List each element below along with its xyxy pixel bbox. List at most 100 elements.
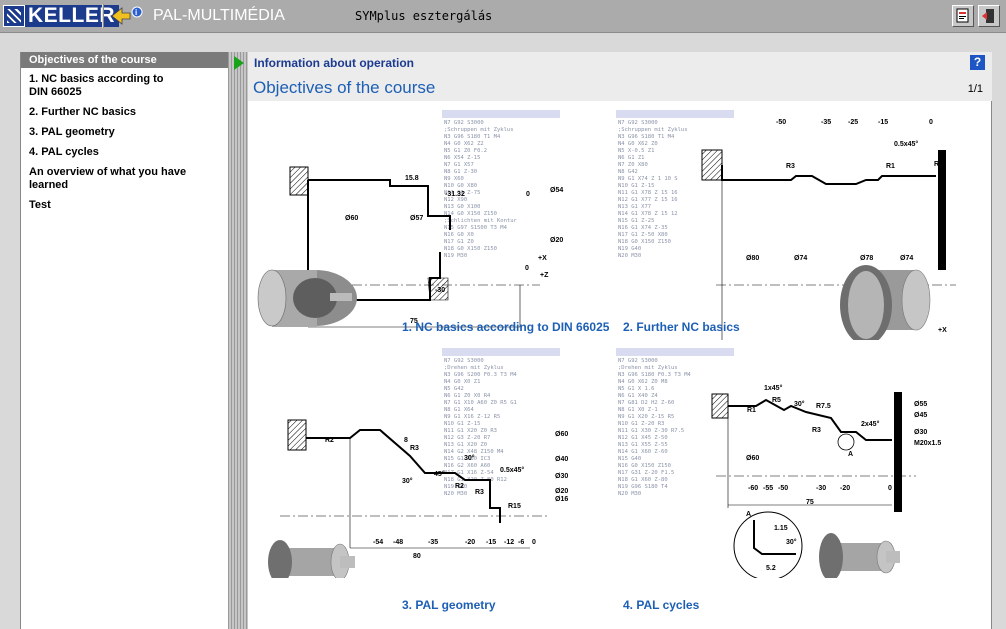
svg-text:R7.5: R7.5 (816, 403, 831, 410)
svg-text:1x45°: 1x45° (764, 384, 783, 392)
svg-text:N19 M30: N19 M30 (444, 253, 467, 259)
sidebar-item-nc-basics[interactable]: 1. NC basics according to DIN 66025 (29, 73, 179, 99)
info-operation-link[interactable]: Information about operation (254, 56, 414, 70)
help-button[interactable]: ? (970, 55, 985, 70)
course-sidebar: Objectives of the course 1. NC basics ac… (20, 52, 228, 629)
svg-text:N10 G0 X80: N10 G0 X80 (444, 183, 477, 189)
svg-text:N3 G96 S180 T1 M4: N3 G96 S180 T1 M4 (444, 134, 501, 140)
svg-text:-6: -6 (518, 539, 524, 546)
svg-text:+Z: +Z (540, 272, 549, 279)
card-pal-cycles[interactable]: N7 G92 S3000 ;Drehen mit Zyklus N3 G96 S1… (616, 348, 976, 613)
svg-text:i: i (135, 8, 137, 17)
exit-button[interactable] (978, 5, 1000, 27)
svg-text:0.5x45°: 0.5x45° (500, 466, 524, 474)
content-pane: Information about operation ? Objectives… (248, 52, 992, 629)
svg-text:+X: +X (538, 255, 547, 262)
svg-text:+X: +X (938, 327, 947, 334)
svg-text:Ø57: Ø57 (410, 215, 423, 222)
svg-text:15.8: 15.8 (405, 175, 419, 182)
svg-text:A: A (848, 451, 853, 458)
sidebar-item-overview[interactable]: An overview of what you have learned (29, 166, 204, 192)
svg-text:N10 G1 Z-15: N10 G1 Z-15 (618, 183, 654, 189)
pane-splitter[interactable] (228, 52, 248, 629)
svg-text:-35: -35 (821, 119, 831, 126)
svg-text:N7 G1 X57: N7 G1 X57 (444, 162, 474, 168)
card-caption-further-nc-basics[interactable]: 2. Further NC basics (623, 320, 740, 334)
navigation-arrow-icon[interactable]: i (110, 4, 146, 28)
play-icon[interactable] (234, 56, 244, 70)
svg-text:R3: R3 (812, 427, 821, 434)
svg-text:80: 80 (413, 553, 421, 560)
svg-text:N4 G0 X62 Z0: N4 G0 X62 Z0 (618, 141, 658, 147)
svg-text:Ø60: Ø60 (555, 431, 568, 438)
card-further-nc-basics[interactable]: N7 G92 S3000 ;Schruppen mit Zyklus N3 G96… (616, 110, 976, 375)
svg-text:;Schruppen mit Zyklus: ;Schruppen mit Zyklus (618, 127, 688, 133)
turned-part-drawing-3: N7 G92 S3000;Drehen mit Zyklus N3 G96 S2… (268, 348, 568, 578)
svg-text:N14 G0 X150 Z150: N14 G0 X150 Z150 (444, 211, 497, 217)
card-caption-pal-cycles[interactable]: 4. PAL cycles (623, 598, 699, 612)
svg-text:-30: -30 (816, 485, 826, 492)
svg-text:N13 G1 X55 Z-55: N13 G1 X55 Z-55 (618, 442, 668, 448)
card-pal-geometry[interactable]: N7 G92 S3000 ;Drehen mit Zyklus N3 G96 S2… (250, 348, 610, 613)
svg-text:N14 G1 X60 Z-60: N14 G1 X60 Z-60 (618, 449, 668, 455)
notes-icon (956, 8, 969, 23)
svg-text:N12 G1 X45 Z-50: N12 G1 X45 Z-50 (618, 435, 668, 441)
card-caption-nc-basics[interactable]: 1. NC basics according to DIN 66025 (402, 320, 609, 334)
svg-text:-50: -50 (778, 485, 788, 492)
exit-door-icon (982, 9, 994, 23)
svg-text:Ø74: Ø74 (794, 255, 807, 262)
svg-text:R1: R1 (886, 163, 895, 170)
svg-text:R1: R1 (747, 407, 756, 414)
top-bar: KELLER i PAL-MULTIMÉDIA SYMplus esztergá… (0, 0, 1006, 33)
sidebar-heading[interactable]: Objectives of the course (21, 52, 228, 68)
svg-text:N8 G1 X0 Z-1: N8 G1 X0 Z-1 (618, 407, 658, 413)
svg-text:N7 Z0 X80: N7 Z0 X80 (618, 162, 648, 168)
svg-text:30°: 30° (794, 400, 805, 408)
svg-text:-25: -25 (848, 119, 858, 126)
svg-text:N20 M30: N20 M30 (618, 253, 641, 259)
sidebar-item-further-nc-basics[interactable]: 2. Further NC basics (29, 106, 220, 119)
svg-text:-60: -60 (748, 485, 758, 492)
svg-text:-12: -12 (504, 539, 514, 546)
svg-text:N9 X60: N9 X60 (444, 176, 464, 182)
svg-text:Ø30: Ø30 (555, 473, 568, 480)
svg-text:N9 G1 X20 Z-15 R5: N9 G1 X20 Z-15 R5 (618, 414, 674, 420)
svg-text:N16 G0 X0: N16 G0 X0 (444, 232, 474, 238)
svg-text:N3 G96 S180 F0.3 T3 M4: N3 G96 S180 F0.3 T3 M4 (618, 372, 692, 378)
svg-text:N7 G81 D2 H2 Z-60: N7 G81 D2 H2 Z-60 (618, 400, 674, 406)
sidebar-item-pal-geometry[interactable]: 3. PAL geometry (29, 126, 220, 139)
svg-text:30°: 30° (786, 538, 797, 546)
svg-text:N16 G1 X74 Z-35: N16 G1 X74 Z-35 (618, 225, 668, 231)
svg-text:-48: -48 (393, 539, 403, 546)
svg-text:N7 G1 X10 A60 Z0 R5 G1: N7 G1 X10 A60 Z0 R5 G1 (444, 400, 517, 406)
svg-text:Ø45: Ø45 (914, 412, 927, 419)
svg-text:-30: -30 (435, 287, 445, 294)
card-nc-basics[interactable]: N7 G92 S3000 ;Schruppen mit Zyklus N3 G96… (250, 110, 610, 375)
svg-text:N7 G92 S3000: N7 G92 S3000 (444, 358, 484, 364)
svg-text:N4 G0 X0 Z1: N4 G0 X0 Z1 (444, 379, 480, 385)
svg-text:N8 G42: N8 G42 (618, 169, 638, 175)
svg-text:Ø16: Ø16 (555, 496, 568, 503)
sidebar-item-test[interactable]: Test (29, 199, 220, 212)
svg-text:Ø54: Ø54 (550, 187, 563, 194)
card-caption-pal-geometry[interactable]: 3. PAL geometry (402, 598, 496, 612)
svg-text:N8 G1 Z-30: N8 G1 Z-30 (444, 169, 477, 175)
svg-text:;Drehen mit Zyklus: ;Drehen mit Zyklus (444, 365, 504, 371)
svg-text:R3: R3 (410, 445, 419, 452)
svg-text:N9 G1 X74 Z 1 10 S: N9 G1 X74 Z 1 10 S (618, 176, 678, 182)
sidebar-item-pal-cycles[interactable]: 4. PAL cycles (29, 146, 220, 159)
svg-text:-35: -35 (428, 539, 438, 546)
svg-text:75: 75 (806, 499, 814, 506)
toolbar-notes-button[interactable] (952, 5, 974, 27)
app-title: PAL-MULTIMÉDIA (153, 7, 285, 24)
page-title: Objectives of the course (253, 78, 436, 97)
svg-text:N17 G1 Z0: N17 G1 Z0 (444, 239, 474, 245)
svg-text:N6 G1 Z1: N6 G1 Z1 (618, 155, 645, 161)
svg-text:R5: R5 (772, 397, 781, 404)
svg-text:-50: -50 (776, 119, 786, 126)
svg-text:-20: -20 (465, 539, 475, 546)
svg-text:N18 G0 X150 Z150: N18 G0 X150 Z150 (444, 246, 497, 252)
svg-text:30°: 30° (464, 454, 475, 462)
svg-text:0: 0 (888, 485, 892, 492)
svg-text:;Schlichten mit Kontur: ;Schlichten mit Kontur (444, 218, 518, 224)
